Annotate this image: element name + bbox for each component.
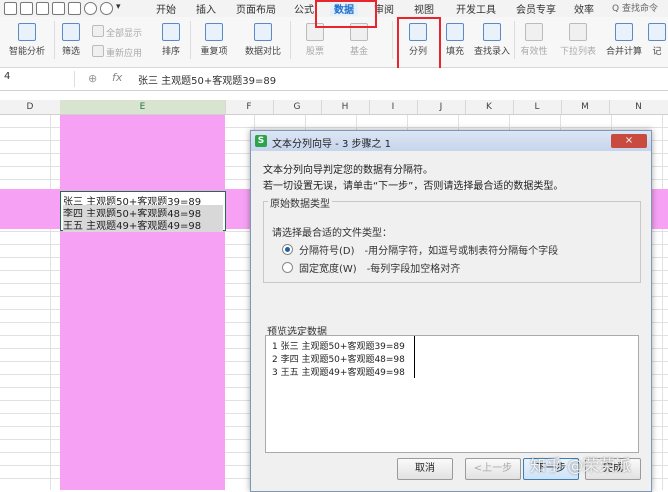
duplicates-button[interactable]: 重复项 [194, 23, 234, 57]
highlight-data-tab [315, 0, 377, 28]
formula-bar: 4 ⊕ fx 张三 主观题50+客观题39=89 [0, 68, 668, 91]
preview-line: 2 李四 主观题50+客观题48=98 [272, 355, 405, 365]
option-delimited[interactable]: 分隔符号(D) -用分隔字符，如逗号或制表符分隔每个字段 [282, 242, 558, 257]
cancel-button[interactable]: 取消 [397, 458, 453, 480]
more-button[interactable]: 记 [648, 23, 666, 57]
wps-app-icon: S [255, 135, 267, 147]
menu-insert[interactable]: 插入 [196, 1, 216, 16]
data-compare-button[interactable]: 数据对比 [240, 23, 286, 57]
preview-box[interactable]: 1 张三 主观题50+客观题39=89 2 李四 主观题50+客观题48=98 … [265, 335, 639, 453]
sort-button[interactable]: 排序 [156, 23, 186, 57]
reapply-icon [92, 45, 104, 57]
col-header-e[interactable]: E [60, 100, 226, 114]
preview-column-divider [414, 336, 415, 378]
col-header-d[interactable]: D [0, 100, 61, 114]
zoom-icon[interactable]: ⊕ [88, 72, 97, 85]
cell-e-row3[interactable]: 王五 主观题49+客观题49=98 [63, 217, 223, 232]
close-button[interactable]: × [611, 134, 647, 148]
column-header-row: D E F G H I J K L M N [0, 100, 668, 115]
menu-efficiency[interactable]: 效率 [574, 1, 594, 16]
stocks-button[interactable]: 股票 [300, 23, 330, 57]
redo-icon[interactable] [100, 2, 113, 15]
col-header-h[interactable]: H [321, 100, 370, 114]
col-header-m[interactable]: M [561, 100, 610, 114]
smart-analysis-button[interactable]: 智能分析 [2, 23, 52, 57]
show-all-icon [92, 25, 104, 37]
col-header-g[interactable]: G [273, 100, 322, 114]
menu-developer[interactable]: 开发工具 [456, 1, 496, 16]
menu-formula[interactable]: 公式 [294, 1, 314, 16]
filter-button[interactable]: 筛选 [56, 23, 86, 57]
intro-text-1: 文本分列向导判定您的数据有分隔符。 [263, 165, 433, 176]
selected-cells[interactable]: 张三 主观题50+客观题39=89 李四 主观题50+客观题48=98 王五 主… [60, 191, 226, 232]
compare-icon [254, 23, 272, 41]
highlight-split-button [397, 17, 441, 74]
undo-icon[interactable] [84, 2, 97, 15]
formula-input[interactable]: 张三 主观题50+客观题39=89 [138, 72, 276, 87]
preview-icon[interactable] [36, 2, 49, 15]
validity-icon [525, 23, 543, 41]
col-header-j[interactable]: J [417, 100, 466, 114]
fx-icon[interactable]: fx [112, 71, 122, 84]
validity-button[interactable]: 有效性 [516, 23, 552, 57]
save-icon[interactable] [4, 2, 17, 15]
back-button[interactable]: <上一步 [465, 458, 521, 480]
data-type-group: 原始数据类型 请选择最合适的文件类型： 分隔符号(D) -用分隔字符，如逗号或制表… [263, 195, 641, 283]
preview-line: 1 张三 主观题50+客观题39=89 [272, 342, 405, 352]
text-to-columns-dialog: S 文本分列向导 - 3 步骤之 1 × 文本分列向导判定您的数据有分隔符。 若… [250, 130, 652, 492]
fill-icon [446, 23, 464, 41]
col-header-i[interactable]: I [369, 100, 418, 114]
menu-home[interactable]: 开始 [156, 1, 176, 16]
show-all-button[interactable]: 全部显示 [92, 25, 142, 39]
name-box[interactable]: 4 [0, 71, 75, 87]
sort-icon [162, 23, 180, 41]
intro-text-2: 若一切设置无误，请单击“下一步”，否则请选择最合适的数据类型。 [263, 181, 564, 192]
choose-type-label: 请选择最合适的文件类型： [272, 228, 392, 239]
filter-icon [62, 23, 80, 41]
column-e-highlight [60, 115, 225, 490]
col-header-f[interactable]: F [225, 100, 274, 114]
menu-view[interactable]: 视图 [414, 1, 434, 16]
search-input[interactable]: Q 查找命令 [612, 1, 668, 15]
paste-icon[interactable] [68, 2, 81, 15]
consolidate-icon [615, 23, 633, 41]
reapply-button[interactable]: 重新应用 [92, 45, 142, 59]
more-icon [648, 23, 666, 41]
fill-button[interactable]: 填充 [440, 23, 470, 57]
dialog-title: 文本分列向导 - 3 步骤之 1 [272, 139, 392, 150]
col-header-n[interactable]: N [609, 100, 668, 114]
menu-member[interactable]: 会员专享 [516, 1, 556, 16]
group-title: 原始数据类型 [268, 195, 332, 210]
preview-line: 3 王五 主观题49+客观题49=98 [272, 368, 405, 378]
analysis-icon [18, 23, 36, 41]
radio-fixed-width[interactable] [282, 262, 293, 273]
dialog-titlebar[interactable]: S 文本分列向导 - 3 步骤之 1 × [251, 131, 651, 151]
menu-review[interactable]: 审阅 [374, 1, 394, 16]
consolidate-button[interactable]: 合并计算 [604, 23, 644, 57]
dropdown-list-button[interactable]: 下拉列表 [558, 23, 598, 57]
find-entry-icon [483, 23, 501, 41]
dropdown-list-icon [569, 23, 587, 41]
radio-delimited[interactable] [282, 244, 293, 255]
fund-button[interactable]: 基金 [344, 23, 374, 57]
col-header-l[interactable]: L [513, 100, 562, 114]
copy-icon[interactable] [52, 2, 65, 15]
option-fixed-width[interactable]: 固定宽度(W) -每列字段加空格对齐 [282, 260, 460, 275]
col-header-k[interactable]: K [465, 100, 514, 114]
watermark: 知乎 @荣荣派 [530, 456, 632, 475]
print-icon[interactable] [20, 2, 33, 15]
find-entry-button[interactable]: 查找录入 [472, 23, 512, 57]
duplicates-icon [205, 23, 223, 41]
menu-page-layout[interactable]: 页面布局 [236, 1, 276, 16]
